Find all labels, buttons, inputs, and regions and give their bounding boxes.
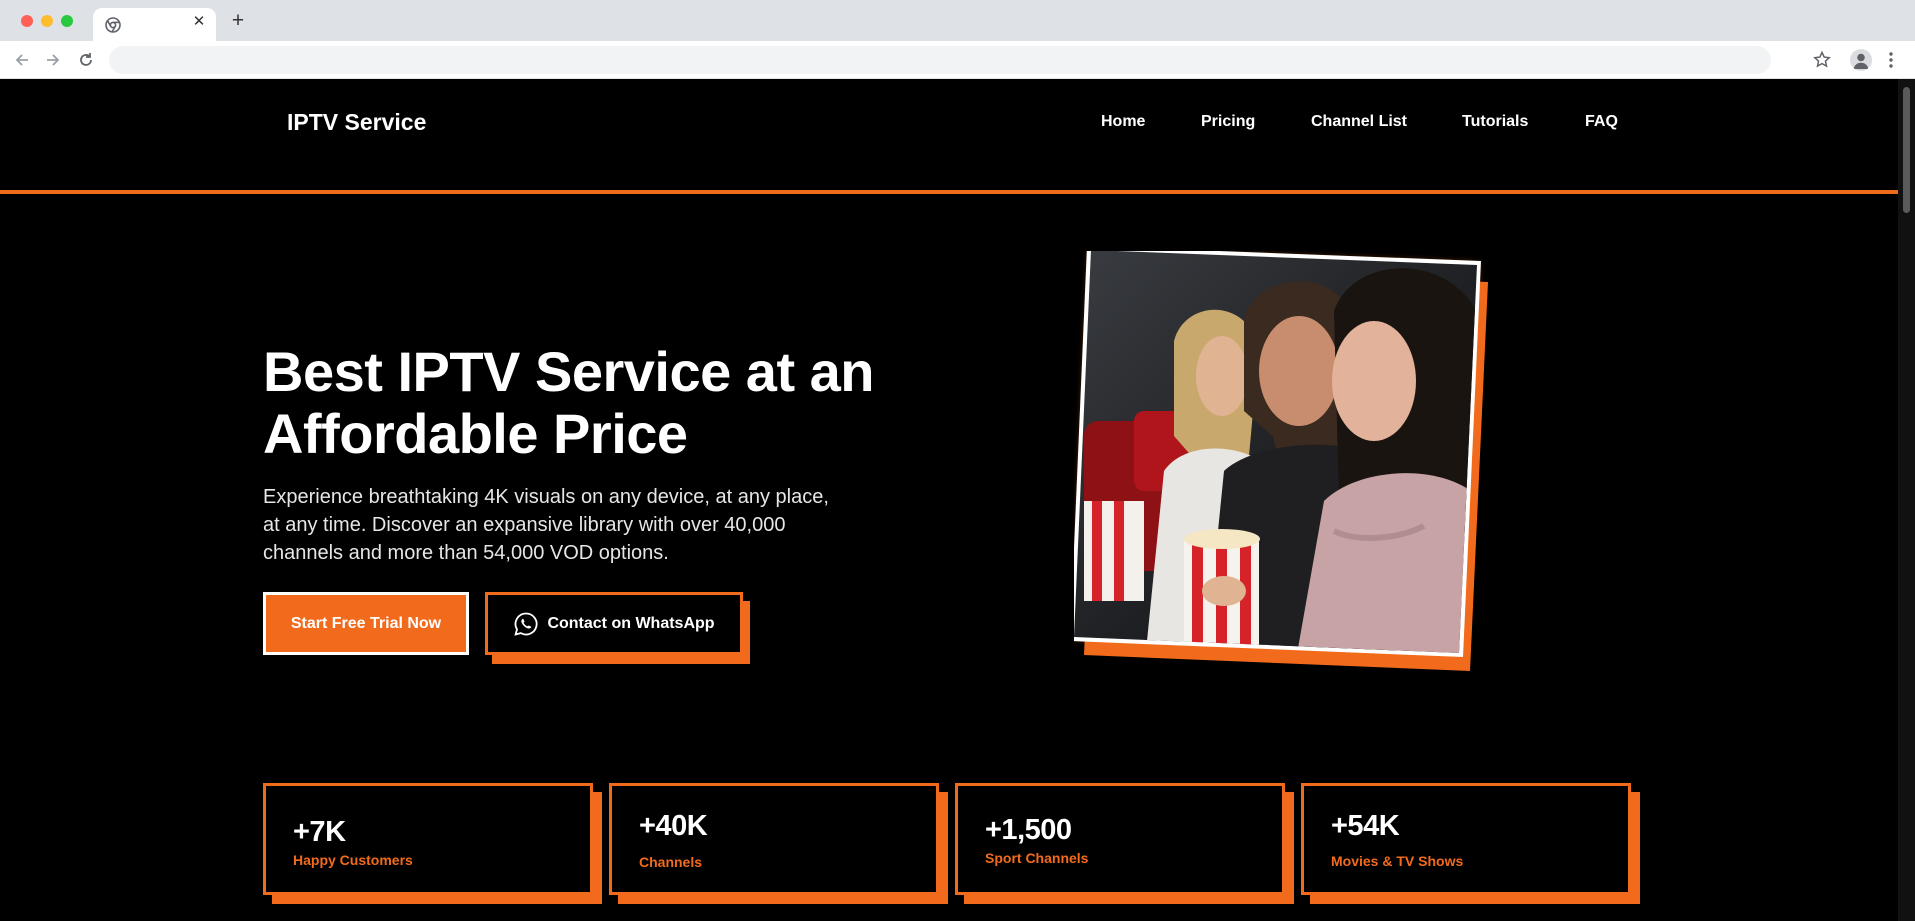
nav-tutorials[interactable]: Tutorials [1462,113,1528,131]
contact-whatsapp-label: Contact on WhatsApp [547,614,715,632]
stat-card-box: +1,500 Sport Channels [955,783,1285,895]
close-tab-icon[interactable]: ✕ [191,14,207,30]
stat-card-box: +54K Movies & TV Shows [1301,783,1631,895]
nav-pricing[interactable]: Pricing [1201,113,1255,131]
stat-card-channels: +40K Channels [609,783,948,904]
start-free-trial-button[interactable]: Start Free Trial Now [263,592,469,655]
stat-label: Movies & TV Shows [1331,853,1464,869]
stat-value: +7K [293,816,346,848]
bookmark-star-icon[interactable] [1812,50,1832,70]
browser-menu-icon[interactable] [1885,50,1897,70]
profile-avatar-icon[interactable] [1850,49,1872,71]
stat-card-customers: +7K Happy Customers [263,783,602,904]
hero-headline: Best IPTV Service at an Affordable Price [263,340,875,465]
contact-whatsapp-button[interactable]: Contact on WhatsApp [485,592,743,655]
minimize-window-button[interactable] [41,15,53,27]
close-window-button[interactable] [21,15,33,27]
stat-card-box: +7K Happy Customers [263,783,593,895]
nav-channel-list[interactable]: Channel List [1311,113,1407,131]
maximize-window-button[interactable] [61,15,73,27]
nav-home[interactable]: Home [1101,113,1145,131]
hero-description: Experience breathtaking 4K visuals on an… [263,486,829,564]
page-viewport: IPTV Service Home Pricing Channel List T… [0,79,1898,921]
stat-card-box: +40K Channels [609,783,939,895]
stat-card-sport-channels: +1,500 Sport Channels [955,783,1294,904]
stat-label: Channels [639,854,703,870]
stat-label: Sport Channels [985,850,1089,866]
back-icon[interactable] [12,50,32,70]
stat-card-movies: +54K Movies & TV Shows [1301,783,1640,904]
stat-value: +54K [1331,810,1400,842]
header-divider [0,190,1898,194]
reload-icon[interactable] [76,50,96,70]
stat-label: Happy Customers [293,852,413,868]
browser-tab[interactable]: ✕ [93,8,216,41]
stat-value: +1,500 [985,814,1072,846]
scrollbar-thumb[interactable] [1903,87,1910,213]
hero-image [1074,251,1488,671]
site-logo[interactable]: IPTV Service [287,109,426,136]
new-tab-icon[interactable]: + [229,10,247,31]
vertical-scrollbar[interactable] [1898,79,1915,921]
whatsapp-icon [514,612,538,636]
browser-toolbar [0,41,1915,79]
stat-value: +40K [639,810,708,842]
start-free-trial-label: Start Free Trial Now [290,614,442,632]
chrome-icon [105,17,121,33]
browser-tab-bar: ✕ + [0,0,1915,41]
forward-icon[interactable] [43,50,63,70]
nav-faq[interactable]: FAQ [1585,113,1618,131]
address-bar[interactable] [109,46,1771,74]
